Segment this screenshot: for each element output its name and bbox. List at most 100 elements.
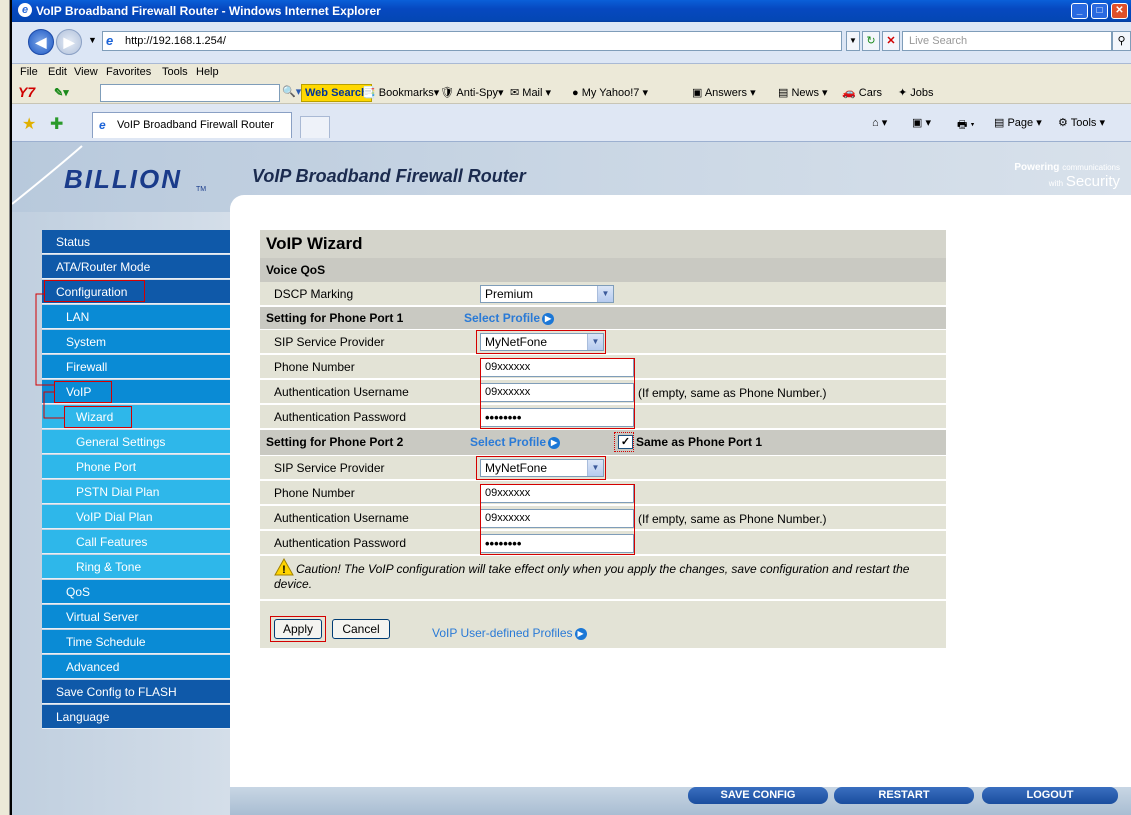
highlight-same-as <box>614 432 634 452</box>
live-search-input[interactable]: Live Search <box>902 31 1112 51</box>
refresh-icon[interactable]: ↻ <box>862 31 880 51</box>
antispy-button[interactable]: 🛡 Anti-Spy▾ <box>440 86 504 99</box>
toolbar-search-icon[interactable]: 🔍▾ <box>282 85 301 98</box>
port1-password-label: Authentication Password <box>274 410 407 424</box>
highlight-apply <box>270 616 326 642</box>
port1-sip-row: SIP Service Provider MyNetFone ▼ <box>260 330 946 354</box>
save-config-button[interactable]: SAVE CONFIG <box>688 787 828 804</box>
history-dropdown-icon[interactable]: ▼ <box>88 35 97 45</box>
forward-button[interactable]: ▶ <box>56 29 82 55</box>
port2-heading-row: Setting for Phone Port 2 Select Profile ▶… <box>260 430 946 455</box>
tab-bar: ★ ✚ e VoIP Broadband Firewall Router ⌂ ▾… <box>12 104 1131 142</box>
jobs-button[interactable]: ✦ Jobs <box>898 86 934 99</box>
menu-favorites[interactable]: Favorites <box>106 66 151 78</box>
arrow-circle-icon: ▶ <box>548 436 561 449</box>
search-icon[interactable]: ⚲ <box>1112 31 1131 51</box>
url-text: http://192.168.1.254/ <box>125 35 226 47</box>
maximize-button[interactable]: □ <box>1091 3 1108 19</box>
tools-menu-button[interactable]: ⚙ Tools ▾ <box>1058 116 1105 129</box>
highlight-port2-fields <box>480 484 635 555</box>
cars-button[interactable]: 🚗 Cars <box>842 86 882 99</box>
yahoo-logo[interactable]: Y7 <box>18 84 35 100</box>
caution-text: Caution! The VoIP configuration will tak… <box>274 562 910 591</box>
port2-sip-label: SIP Service Provider <box>274 461 385 475</box>
same-as-port1-label: Same as Phone Port 1 <box>636 435 763 449</box>
menu-edit[interactable]: Edit <box>48 66 67 78</box>
menu-view[interactable]: View <box>74 66 98 78</box>
port1-heading: Setting for Phone Port 1 <box>266 311 404 325</box>
menu-item-qos[interactable]: QoS <box>42 580 230 604</box>
highlight-port1-sip <box>476 330 606 354</box>
add-favorite-icon[interactable]: ✚ <box>50 114 63 134</box>
answers-button[interactable]: ▣ Answers ▾ <box>692 86 756 99</box>
page-icon: e <box>106 33 114 48</box>
port2-password-label: Authentication Password <box>274 536 407 550</box>
port1-sip-label: SIP Service Provider <box>274 335 385 349</box>
banner-curve <box>230 195 1131 212</box>
toolbar-search-input[interactable] <box>100 84 280 102</box>
arrow-circle-icon: ▶ <box>542 312 555 325</box>
new-tab-button[interactable] <box>300 116 330 138</box>
tab-router[interactable]: e VoIP Broadband Firewall Router <box>92 112 292 138</box>
dscp-select[interactable]: Premium ▼ <box>480 285 614 303</box>
myyahoo-button[interactable]: ● My Yahoo!7 ▾ <box>572 86 648 99</box>
cancel-button[interactable]: Cancel <box>332 619 390 639</box>
minimize-button[interactable]: _ <box>1071 3 1088 19</box>
user-defined-profiles-link[interactable]: VoIP User-defined Profiles ▶ <box>432 626 587 640</box>
menu-item-ring-tone[interactable]: Ring & Tone <box>42 555 230 579</box>
page-menu-button[interactable]: ▤ Page ▾ <box>994 116 1042 129</box>
yahoo-toolbar: Y7 ✎▾ 🔍▾ Web Search 📑 Bookmarks▾ 🛡 Anti-… <box>12 82 1131 104</box>
menu-item-voip-dial-plan[interactable]: VoIP Dial Plan <box>42 505 230 529</box>
port2-username-label: Authentication Username <box>274 511 409 525</box>
menu-item-call-features[interactable]: Call Features <box>42 530 230 554</box>
close-button[interactable]: ✕ <box>1111 3 1128 19</box>
address-bar-row: ◀ ▶ ▼ e http://192.168.1.254/ ▼ ↻ ✕ Live… <box>12 22 1131 64</box>
news-button[interactable]: ▤ News ▾ <box>778 86 828 99</box>
dscp-label: DSCP Marking <box>274 287 354 301</box>
menu-item-pstn-dial-plan[interactable]: PSTN Dial Plan <box>42 480 230 504</box>
address-dropdown-icon[interactable]: ▼ <box>846 31 860 51</box>
port1-heading-row: Setting for Phone Port 1 Select Profile ▶ <box>260 307 946 329</box>
menu-file[interactable]: File <box>20 66 38 78</box>
caution-row: ! Caution! The VoIP configuration will t… <box>260 556 946 600</box>
powering-tagline: Powering communications with Security <box>1014 162 1120 190</box>
billion-logo: BILLION <box>64 164 182 194</box>
restart-button[interactable]: RESTART <box>834 787 974 804</box>
menu-item-advanced[interactable]: Advanced <box>42 655 230 679</box>
port1-username-note: (If empty, same as Phone Number.) <box>638 386 827 400</box>
menu-tools[interactable]: Tools <box>162 66 188 78</box>
home-icon[interactable]: ⌂ ▾ <box>872 116 887 129</box>
menu-item-time-schedule[interactable]: Time Schedule <box>42 630 230 654</box>
menu-item-virtual-server[interactable]: Virtual Server <box>42 605 230 629</box>
print-icon[interactable]: 🖶 ▾ <box>957 116 975 135</box>
menu-item-status[interactable]: Status <box>42 230 230 254</box>
pencil-icon[interactable]: ✎▾ <box>54 86 69 99</box>
menu-item-language[interactable]: Language <box>42 705 230 729</box>
port2-sip-row: SIP Service Provider MyNetFone ▼ <box>260 456 946 480</box>
dscp-row: DSCP Marking Premium ▼ <box>260 282 946 306</box>
port2-select-profile-link[interactable]: Select Profile ▶ <box>470 430 561 455</box>
highlight-connector-lines <box>35 293 65 419</box>
port2-username-note: (If empty, same as Phone Number.) <box>638 512 827 526</box>
logout-button[interactable]: LOGOUT <box>982 787 1118 804</box>
menu-item-general-settings[interactable]: General Settings <box>42 430 230 454</box>
title-bar: e VoIP Broadband Firewall Router - Windo… <box>12 0 1131 22</box>
menu-item-ata-router-mode[interactable]: ATA/Router Mode <box>42 255 230 279</box>
mail-button[interactable]: ✉ Mail ▾ <box>510 86 551 99</box>
menu-item-phone-port[interactable]: Phone Port <box>42 455 230 479</box>
chevron-down-icon: ▼ <box>597 286 613 302</box>
feeds-icon[interactable]: ▣ ▾ <box>912 116 931 129</box>
bookmarks-button[interactable]: 📑 Bookmarks▾ <box>362 86 439 99</box>
back-button[interactable]: ◀ <box>28 29 54 55</box>
stop-icon[interactable]: ✕ <box>882 31 900 51</box>
highlight-port1-fields <box>480 358 635 429</box>
port2-heading: Setting for Phone Port 2 <box>266 435 404 449</box>
menu-item-save-config[interactable]: Save Config to FLASH <box>42 680 230 704</box>
favorites-star-icon[interactable]: ★ <box>22 114 36 134</box>
ie-logo-icon: e <box>18 3 32 17</box>
menu-help[interactable]: Help <box>196 66 219 78</box>
router-title: VoIP Broadband Firewall Router <box>252 166 526 186</box>
wizard-heading: VoIP Wizard <box>260 230 946 258</box>
port1-select-profile-link[interactable]: Select Profile ▶ <box>464 307 555 329</box>
address-input[interactable]: e http://192.168.1.254/ <box>102 31 842 51</box>
